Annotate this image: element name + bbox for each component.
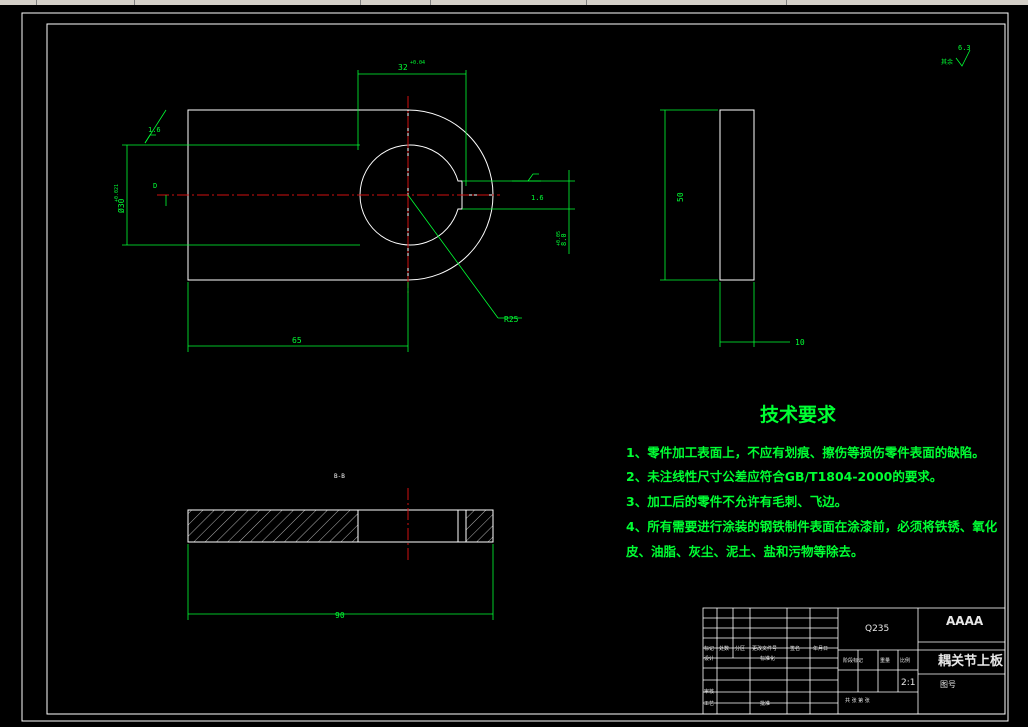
header-signature: 签名: [790, 646, 801, 652]
tech-requirement-item: 4、所有需要进行涂装的钢铁制件表面在涂漆前，必须将铁锈、氧化: [626, 519, 998, 534]
section-mark: B-B: [334, 473, 345, 480]
dim-thickness: 10: [795, 338, 805, 347]
tech-requirement-item: 3、加工后的零件不允许有毛刺、飞边。: [626, 494, 848, 509]
front-dimensions: [122, 70, 575, 352]
section-hatch-right: [466, 510, 493, 542]
header-date: 年月日: [813, 646, 829, 652]
tech-requirement-item: 1、零件加工表面上，不应有划痕、擦伤等损伤零件表面的缺陷。: [626, 445, 985, 460]
header-mark: 标记: [704, 646, 715, 652]
front-view: [157, 96, 500, 296]
side-view-outline: [719, 109, 755, 281]
tech-requirement-item: 皮、油脂、灰尘、泥土、盐和污物等除去。: [626, 544, 864, 559]
section-hatch-left: [188, 510, 358, 542]
header-zone: 分区: [735, 646, 746, 652]
header-count: 处数: [719, 646, 730, 652]
row-process: 工艺: [704, 701, 715, 707]
row-design: 设计: [704, 656, 715, 662]
dim-length-65: 65: [292, 336, 302, 345]
scale-value: 2:1: [901, 678, 916, 688]
tech-requirements-title: 技术要求: [760, 404, 837, 426]
material-label: Q235: [865, 624, 890, 634]
dim-side-height: 50: [676, 192, 685, 202]
general-roughness: [955, 49, 971, 67]
row-standardization: 标准化: [760, 656, 776, 662]
outer-frame: [21, 12, 1009, 722]
part-name: 耦关节上板: [938, 654, 1004, 669]
section-dimensions: [187, 544, 494, 620]
row-review: 审核: [704, 689, 715, 695]
roughness-left: 1.6: [148, 126, 161, 134]
dim-slot-tol: +0.05: [556, 231, 562, 246]
datum-label: D: [153, 182, 157, 190]
scale-label: 比例: [900, 658, 911, 664]
dim-radius: R25: [504, 315, 519, 324]
dim-height-30-tol: +0.021: [114, 184, 120, 202]
general-roughness-prefix: 其余: [941, 58, 953, 66]
row-approve: 批准: [760, 701, 771, 707]
inner-frame: [46, 23, 1006, 715]
stage-mark-label: 阶段标记: [843, 658, 864, 664]
tech-requirement-item: 2、未注线性尺寸公差应符合GB/T1804-2000的要求。: [626, 469, 943, 484]
company-name: AAAA: [946, 614, 984, 628]
dim-total-length: 90: [335, 611, 345, 620]
weight-label: 重量: [880, 658, 891, 664]
side-dimensions: [660, 109, 790, 347]
dim-width-32-tol: +0.04: [410, 60, 425, 66]
section-view: [187, 488, 494, 562]
roughness-right: 1.6: [531, 194, 544, 202]
dim-width-32: 32: [398, 63, 408, 72]
general-roughness-value: 6.3: [958, 44, 971, 52]
drawing-canvas[interactable]: 32 +0.04 65 Ø30 +0.021 R25 8.0 +0.05 1.6…: [0, 0, 1028, 727]
side-view: [719, 109, 755, 281]
sheet-info: 共 张 第 张: [845, 698, 870, 704]
header-change-doc: 更改文件号: [752, 646, 778, 652]
drawing-number-label: 图号: [940, 680, 956, 689]
